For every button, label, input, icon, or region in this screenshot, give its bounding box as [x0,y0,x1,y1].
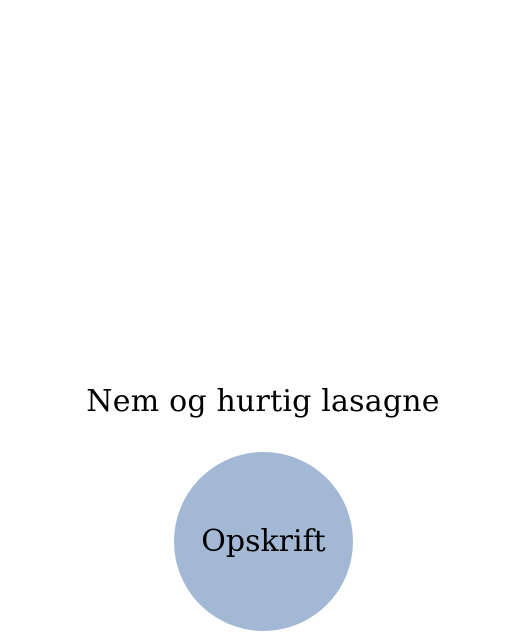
recipe-button-label: Opskrift [201,523,326,559]
recipe-image-area [0,0,526,360]
recipe-card: Nem og hurtig lasagne Opskrift [0,0,526,632]
recipe-title: Nem og hurtig lasagne [86,384,440,419]
recipe-button[interactable]: Opskrift [174,452,353,631]
